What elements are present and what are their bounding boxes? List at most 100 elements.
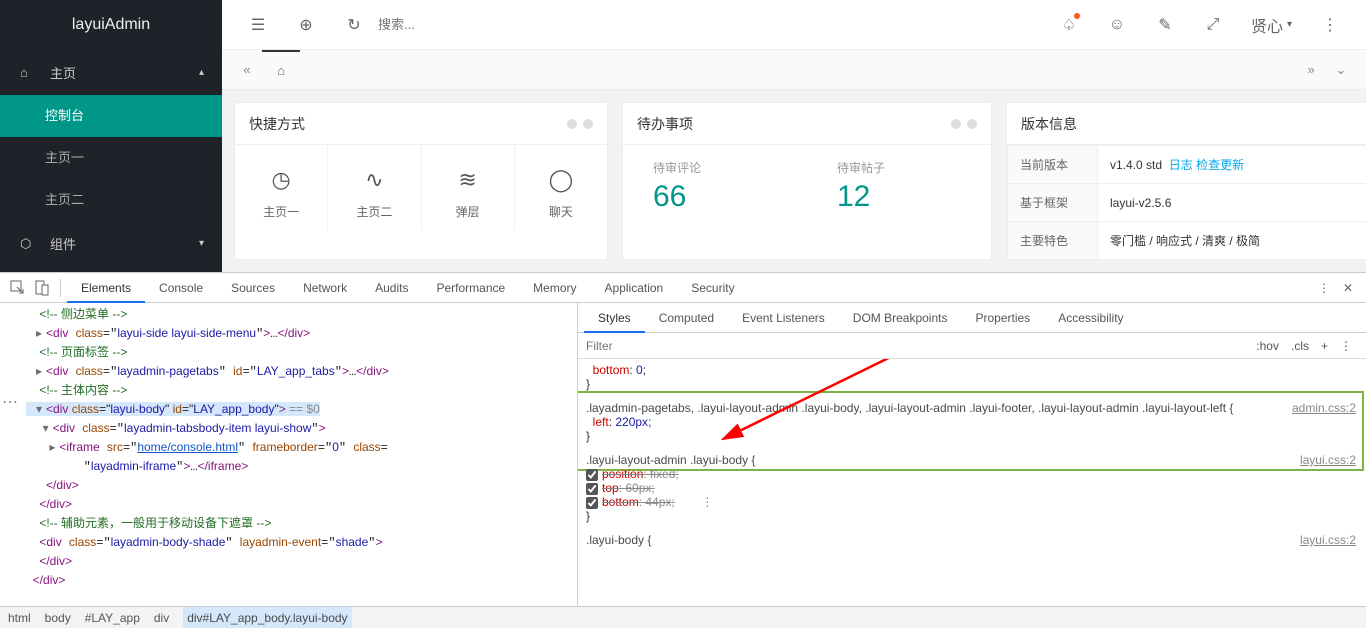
- gutter-dots: ⋯: [2, 399, 19, 407]
- tab-styles[interactable]: Styles: [584, 303, 645, 333]
- tab-props[interactable]: Properties: [961, 303, 1044, 333]
- crumb[interactable]: #LAY_app: [85, 607, 140, 628]
- home-icon: ⌂: [20, 65, 38, 80]
- devtools-main: ⋯ <!-- 侧边菜单 --> ▸<div class="layui-side …: [0, 303, 1366, 606]
- gauge-icon: ◷: [235, 163, 327, 197]
- refresh-icon[interactable]: ↻: [338, 9, 370, 41]
- inspect-icon[interactable]: [6, 276, 30, 300]
- quick-home1[interactable]: ◷主页一: [235, 145, 328, 230]
- tab-computed[interactable]: Computed: [645, 303, 728, 333]
- card-title: 版本信息: [1021, 114, 1077, 134]
- tab-application[interactable]: Application: [591, 273, 678, 303]
- prop-checkbox[interactable]: [586, 469, 598, 481]
- cls-toggle[interactable]: .cls: [1291, 339, 1309, 353]
- tab-performance[interactable]: Performance: [422, 273, 519, 303]
- hov-toggle[interactable]: :hov: [1256, 339, 1279, 353]
- user-menu[interactable]: 贤心 ▾: [1245, 9, 1298, 41]
- filter-input[interactable]: [586, 339, 1250, 353]
- chevron-down-icon: ▾: [199, 238, 204, 249]
- devtools-menu-icon[interactable]: ⋮: [1312, 276, 1336, 300]
- card-version: 版本信息 当前版本v1.4.0 std 日志 检查更新 基于框架layui-v2…: [1006, 102, 1366, 260]
- tab-a11y[interactable]: Accessibility: [1044, 303, 1137, 333]
- cube-icon: ⬡: [20, 236, 38, 252]
- add-rule-icon[interactable]: +: [1321, 339, 1328, 353]
- styles-tabs: Styles Computed Event Listeners DOM Brea…: [578, 303, 1366, 333]
- tab-dombp[interactable]: DOM Breakpoints: [839, 303, 962, 333]
- layers-icon: ≋: [422, 163, 514, 197]
- sidebar-sub-home1[interactable]: 主页一: [0, 137, 222, 179]
- sidebar: layuiAdmin ⌂ 主页 ▴ 控制台 主页一 主页二 ⬡ 组件 ▾: [0, 0, 222, 272]
- tab-network[interactable]: Network: [289, 273, 361, 303]
- menu-toggle-icon[interactable]: ☰: [242, 9, 274, 41]
- quick-layer[interactable]: ≋弹层: [422, 145, 515, 230]
- css-rule-3[interactable]: layui.css:2 .layui-body {: [586, 533, 1358, 547]
- note-icon[interactable]: ✎: [1149, 9, 1181, 41]
- tab-listeners[interactable]: Event Listeners: [728, 303, 839, 333]
- dom-breadcrumb: html body #LAY_app div div#LAY_app_body.…: [0, 606, 1366, 628]
- crumb[interactable]: html: [8, 607, 31, 628]
- styles-rules[interactable]: bottom: 0;} admin.css:2 .layadmin-pageta…: [578, 359, 1366, 606]
- prop-checkbox[interactable]: [586, 483, 598, 495]
- dom-tree[interactable]: ⋯ <!-- 侧边菜单 --> ▸<div class="layui-side …: [0, 303, 578, 606]
- tab-audits[interactable]: Audits: [361, 273, 422, 303]
- divider: [60, 279, 61, 297]
- tab-elements[interactable]: Elements: [67, 273, 145, 303]
- source-link[interactable]: admin.css:2: [1292, 401, 1356, 415]
- tab-sources[interactable]: Sources: [217, 273, 289, 303]
- todo-posts[interactable]: 待审帖子12: [807, 159, 991, 214]
- devtools: Elements Console Sources Network Audits …: [0, 272, 1366, 628]
- carousel-dot[interactable]: [567, 119, 577, 129]
- todo-comments[interactable]: 待审评论66: [623, 159, 807, 214]
- sidebar-item-home[interactable]: ⌂ 主页 ▴: [0, 50, 222, 95]
- css-rule-2[interactable]: layui.css:2 .layui-layout-admin .layui-b…: [586, 453, 1358, 523]
- crumb[interactable]: body: [45, 607, 71, 628]
- source-link[interactable]: layui.css:2: [1300, 533, 1356, 547]
- carousel-dot[interactable]: [967, 119, 977, 129]
- devtools-tabs: Elements Console Sources Network Audits …: [0, 273, 1366, 303]
- card-todo: 待办事项 待审评论66 待审帖子12: [622, 102, 992, 260]
- styles-filter: :hov .cls + ⋮: [578, 333, 1366, 359]
- sidebar-sub-console[interactable]: 控制台: [0, 95, 222, 137]
- logo[interactable]: layuiAdmin: [0, 0, 222, 50]
- changelog-link[interactable]: 日志: [1169, 158, 1193, 172]
- card-title: 快捷方式: [249, 114, 305, 134]
- styles-pane: Styles Computed Event Listeners DOM Brea…: [578, 303, 1366, 606]
- device-icon[interactable]: [30, 276, 54, 300]
- sidebar-item-component[interactable]: ⬡ 组件 ▾: [0, 221, 222, 266]
- tab-console[interactable]: Console: [145, 273, 217, 303]
- crumb-selected[interactable]: div#LAY_app_body.layui-body: [183, 607, 351, 628]
- bell-icon[interactable]: ♤: [1053, 9, 1085, 41]
- css-rule-1[interactable]: admin.css:2 .layadmin-pagetabs, .layui-l…: [586, 401, 1358, 443]
- styles-menu-icon[interactable]: ⋮: [1340, 339, 1352, 353]
- tab-security[interactable]: Security: [677, 273, 748, 303]
- tabs-prev-icon[interactable]: «: [232, 55, 262, 85]
- carousel-dot[interactable]: [951, 119, 961, 129]
- quick-home2[interactable]: ∿主页二: [328, 145, 421, 230]
- tabs-next-icon[interactable]: »: [1296, 55, 1326, 85]
- palette-icon[interactable]: ☺: [1101, 9, 1133, 41]
- card-quick: 快捷方式 ◷主页一 ∿主页二 ≋弹层 ◯聊天: [234, 102, 608, 260]
- home-icon: ⌂: [277, 63, 285, 78]
- tabs-menu-icon[interactable]: ⌄: [1326, 55, 1356, 85]
- tab-home[interactable]: ⌂: [262, 50, 300, 90]
- prop-checkbox[interactable]: [586, 497, 598, 509]
- page-tabs: « ⌂ » ⌄: [222, 50, 1366, 90]
- source-link[interactable]: layui.css:2: [1300, 453, 1356, 467]
- check-update-link[interactable]: 检查更新: [1196, 158, 1244, 172]
- quick-chat[interactable]: ◯聊天: [515, 145, 607, 230]
- search-input[interactable]: [378, 17, 578, 32]
- more-icon[interactable]: ⋮: [1314, 9, 1346, 41]
- sidebar-sub-home2[interactable]: 主页二: [0, 179, 222, 221]
- sidebar-item-label: 组件: [50, 234, 76, 253]
- fullscreen-icon[interactable]: ⤢: [1197, 9, 1229, 41]
- globe-icon[interactable]: ⊕: [290, 9, 322, 41]
- pulse-icon: ∿: [328, 163, 420, 197]
- carousel-dot[interactable]: [583, 119, 593, 129]
- devtools-close-icon[interactable]: ✕: [1336, 276, 1360, 300]
- sidebar-item-label: 主页: [50, 63, 76, 82]
- user-name: 贤心: [1251, 13, 1283, 37]
- main-body: 快捷方式 ◷主页一 ∿主页二 ≋弹层 ◯聊天 待办事项 待审评论66 待审帖子1…: [222, 90, 1366, 272]
- crumb[interactable]: div: [154, 607, 169, 628]
- tab-memory[interactable]: Memory: [519, 273, 590, 303]
- chat-icon: ◯: [515, 163, 607, 197]
